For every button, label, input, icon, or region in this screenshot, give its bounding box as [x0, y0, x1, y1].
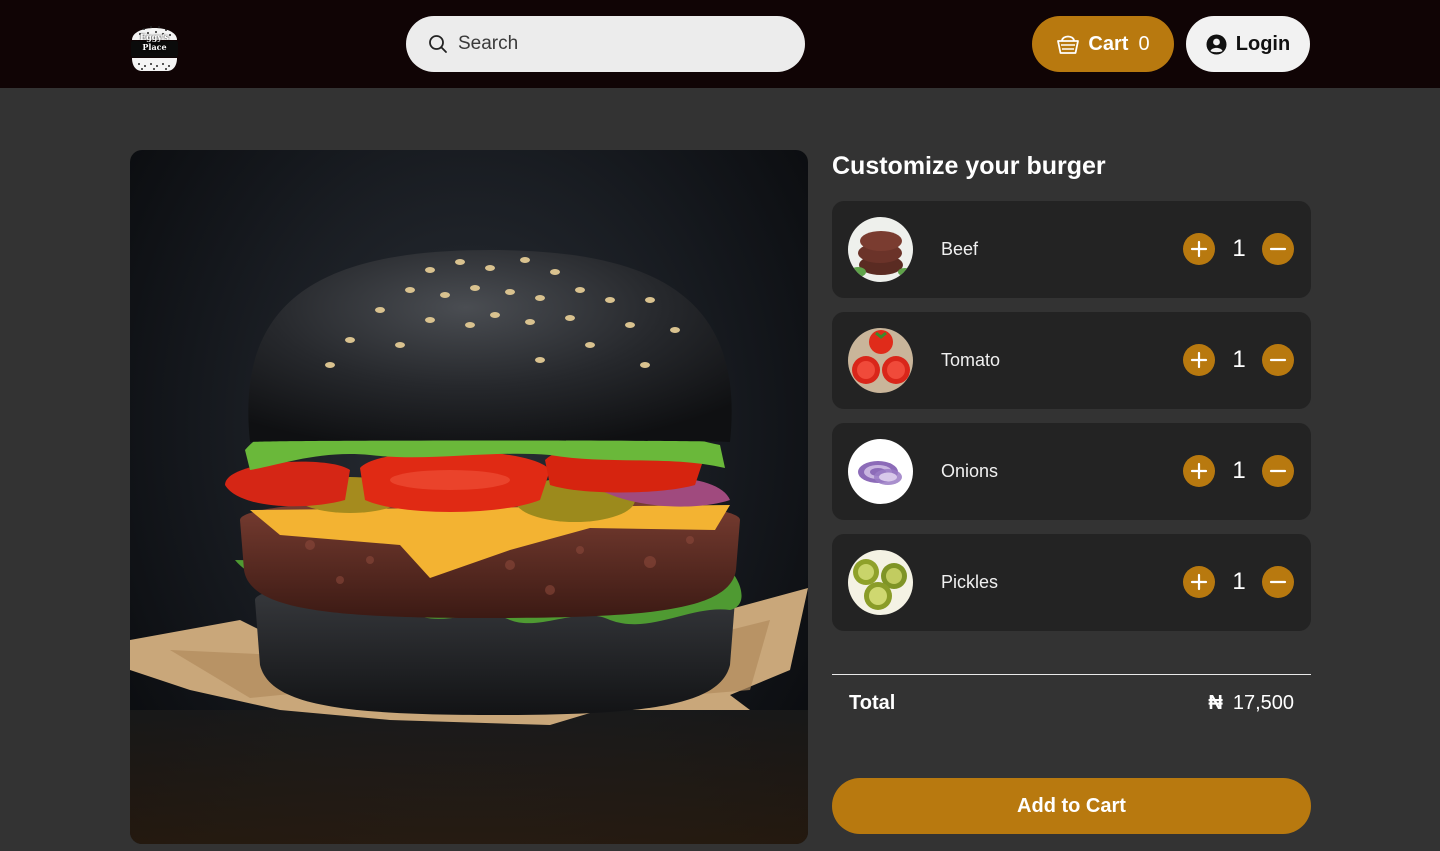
total-divider: [832, 674, 1311, 675]
ingredient-name: Tomato: [941, 350, 1001, 370]
ingredient-row-beef: Beef 1: [832, 201, 1311, 298]
total-amount: 17,500: [1232, 692, 1294, 714]
pickles-quantity: 1: [1232, 568, 1246, 595]
total-price: ₦ 17,500: [1208, 692, 1294, 715]
beef-image: [848, 217, 913, 282]
ingredient-row-tomato: Tomato 1: [832, 312, 1311, 409]
cart-count: 0: [1138, 32, 1150, 55]
plus-icon: [1190, 462, 1208, 480]
decrease-pickles-button[interactable]: [1262, 566, 1294, 598]
decrease-beef-button[interactable]: [1262, 233, 1294, 265]
minus-icon: [1269, 580, 1287, 584]
increase-onions-button[interactable]: [1183, 455, 1215, 487]
logo-text: Eggy's Place: [140, 32, 169, 52]
plus-icon: [1190, 573, 1208, 591]
increase-tomato-button[interactable]: [1183, 344, 1215, 376]
tomato-image: [848, 328, 913, 393]
tomato-quantity: 1: [1232, 346, 1246, 373]
minus-icon: [1269, 358, 1287, 362]
search-bar[interactable]: [406, 16, 805, 72]
black-burger-illustration: [130, 250, 808, 844]
decrease-tomato-button[interactable]: [1262, 344, 1294, 376]
user-circle-icon: [1206, 34, 1227, 54]
naira-currency-symbol: ₦: [1208, 692, 1223, 714]
beef-quantity: 1: [1232, 235, 1246, 262]
ingredient-name: Pickles: [941, 572, 999, 592]
login-button[interactable]: Login: [1186, 16, 1310, 72]
login-label: Login: [1235, 32, 1291, 55]
increase-pickles-button[interactable]: [1183, 566, 1215, 598]
search-icon: [429, 35, 447, 53]
onions-quantity: 1: [1232, 457, 1246, 484]
burger-product-image: [130, 150, 808, 844]
search-input[interactable]: [458, 33, 778, 55]
ingredient-name: Beef: [941, 239, 979, 259]
decrease-onions-button[interactable]: [1262, 455, 1294, 487]
increase-beef-button[interactable]: [1183, 233, 1215, 265]
cart-label: Cart: [1088, 32, 1129, 55]
ingredient-name: Onions: [941, 461, 999, 481]
cart-button[interactable]: Cart 0: [1032, 16, 1174, 72]
total-label: Total: [849, 692, 896, 714]
plus-icon: [1190, 240, 1208, 258]
minus-icon: [1269, 469, 1287, 473]
pickle-image: [848, 550, 913, 615]
brand-logo[interactable]: Eggy's Place: [129, 16, 180, 72]
minus-icon: [1269, 247, 1287, 251]
top-navbar: Eggy's Place Cart 0 Login: [0, 0, 1440, 88]
basket-icon: [1057, 35, 1080, 54]
ingredient-row-pickles: Pickles 1: [832, 534, 1311, 631]
customize-title: Customize your burger: [832, 152, 1106, 180]
ingredient-row-onions: Onions 1: [832, 423, 1311, 520]
add-to-cart-button[interactable]: Add to Cart: [832, 778, 1311, 834]
onion-image: [848, 439, 913, 504]
plus-icon: [1190, 351, 1208, 369]
